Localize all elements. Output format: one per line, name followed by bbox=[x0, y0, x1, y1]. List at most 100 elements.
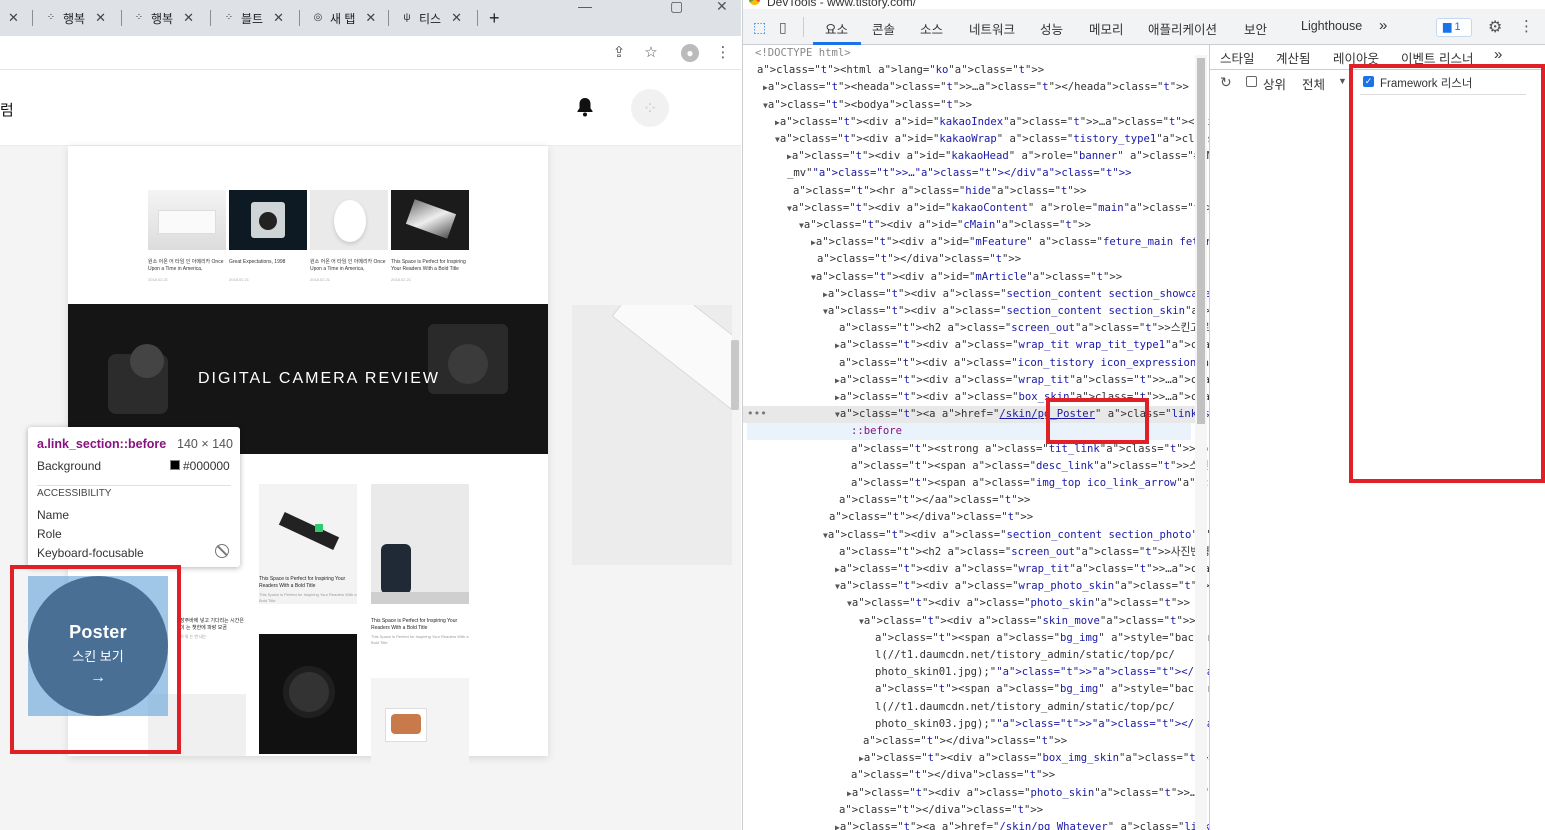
tab-2[interactable]: ⁘ 행복 ✕ bbox=[133, 6, 194, 30]
dom-scrollbar-thumb[interactable] bbox=[1197, 58, 1205, 424]
settings-gear-icon[interactable]: ⚙ bbox=[1488, 17, 1502, 37]
device-toggle-icon[interactable]: ▯ bbox=[779, 19, 787, 36]
dom-tree-line[interactable]: ▼a">class="t"><div a">id="kakaoWrap" a">… bbox=[775, 131, 1252, 148]
tab-separator bbox=[210, 10, 211, 26]
tooltip-background-label: Background bbox=[37, 459, 102, 473]
dom-tree-line[interactable]: _mv""a">class="t">>…"a">class="t"></div"… bbox=[787, 165, 1132, 182]
dom-tree-line[interactable]: a">class="t"></diva">class="t">> bbox=[817, 251, 1021, 268]
tab-4[interactable]: ◎ 새 탭 ✕ bbox=[312, 6, 377, 30]
dom-tree-line[interactable]: l(//t1.daumcdn.net/tistory_admin/static/… bbox=[875, 647, 1175, 664]
grid-image-camera-lens[interactable] bbox=[259, 634, 357, 754]
product-date: 2018.02.21 bbox=[148, 277, 169, 282]
tab-1[interactable]: ⁘ 행복 ✕ bbox=[45, 6, 106, 30]
dom-tree-line[interactable]: a">class="t"></diva">class="t">> bbox=[863, 733, 1067, 750]
tab-elements[interactable]: 요소 bbox=[825, 19, 848, 38]
grid-image-food[interactable] bbox=[371, 678, 469, 798]
tab-application[interactable]: 애플리케이션 bbox=[1148, 19, 1217, 38]
tab-performance[interactable]: 성능 bbox=[1040, 19, 1063, 38]
ancestors-checkbox[interactable] bbox=[1246, 76, 1257, 87]
product-image-camera[interactable] bbox=[229, 190, 307, 250]
tab-network[interactable]: 네트워크 bbox=[969, 19, 1015, 38]
issues-count: 1 bbox=[1454, 21, 1461, 33]
star-icon[interactable]: ☆ bbox=[642, 44, 660, 62]
minimize-icon[interactable]: — bbox=[578, 0, 592, 14]
dom-tree-line[interactable]: a">class="t"></diva">class="t">> bbox=[851, 767, 1055, 784]
tistory-icon: ⁘ bbox=[224, 12, 234, 23]
tab-label: 티스 bbox=[419, 11, 442, 26]
bell-icon[interactable] bbox=[576, 97, 594, 122]
close-tab-icon[interactable]: ✕ bbox=[95, 10, 106, 26]
maximize-icon[interactable]: ▢ bbox=[670, 0, 683, 15]
side-keyboard-image[interactable] bbox=[572, 305, 732, 565]
plus-icon: + bbox=[489, 7, 500, 28]
window-close-icon[interactable]: ✕ bbox=[716, 0, 728, 15]
product-caption: 원소 어온 어 타임 인 아메리카 Once Upon a Time in Am… bbox=[148, 259, 224, 272]
dom-tree-line[interactable]: a">class="t"><hr a">class="hide"a">class… bbox=[793, 183, 1087, 200]
page-title: 럼 bbox=[0, 102, 14, 119]
tab-computed[interactable]: 계산됨 bbox=[1276, 48, 1311, 67]
dom-tree-line[interactable]: a">class="t"></diva">class="t">> bbox=[829, 509, 1033, 526]
tab-styles[interactable]: 스타일 bbox=[1220, 48, 1255, 67]
dom-tree-line[interactable]: ▼a">class="t"><div a">class="wrap_photo_… bbox=[835, 578, 1210, 595]
ellipsis-icon[interactable]: ••• bbox=[747, 407, 767, 420]
tab-console[interactable]: 콘솔 bbox=[872, 19, 895, 38]
dom-tree-line[interactable]: ▼a">class="t"><div a">class="skin_move"a… bbox=[859, 613, 1196, 630]
close-tab-icon[interactable]: ✕ bbox=[183, 10, 194, 26]
dom-tree-line[interactable]: ::before bbox=[851, 423, 902, 440]
filter-select[interactable]: 전체 bbox=[1302, 74, 1325, 93]
profile-icon[interactable]: ● bbox=[681, 44, 699, 62]
issues-badge[interactable]: ▆ 1 bbox=[1436, 18, 1472, 37]
dom-tree-line[interactable]: l(//t1.daumcdn.net/tistory_admin/static/… bbox=[875, 699, 1175, 716]
close-tab-icon[interactable]: ✕ bbox=[365, 10, 376, 26]
product-caption: This Space is Perfect for Inspiring Your… bbox=[391, 259, 466, 272]
refresh-icon[interactable]: ↻ bbox=[1220, 74, 1232, 91]
tooltip-keyboard-label: Keyboard-focusable bbox=[37, 546, 144, 560]
chrome-icon bbox=[749, 0, 760, 5]
tistory-icon: ψ bbox=[403, 12, 411, 23]
inspect-element-icon[interactable]: ⬚ bbox=[753, 19, 766, 36]
menu-kebab-icon[interactable]: ⋮ bbox=[714, 44, 732, 62]
accessibility-heading: ACCESSIBILITY bbox=[37, 488, 116, 499]
grid-image-speaker[interactable] bbox=[371, 484, 469, 604]
more-panels-icon[interactable]: » bbox=[1494, 46, 1502, 63]
more-tabs-icon[interactable]: » bbox=[1379, 17, 1387, 34]
tab-sources[interactable]: 소스 bbox=[920, 19, 943, 38]
tistory-logo-icon[interactable]: ⁘ bbox=[631, 89, 669, 127]
tooltip-name-label: Name bbox=[37, 508, 70, 522]
grid-subcaption: This Space is Perfect for Inspiring Your… bbox=[371, 634, 469, 645]
tab-partial[interactable]: ✕ bbox=[0, 6, 19, 30]
dom-tree-line[interactable]: a">class="t"></diva">class="t">> bbox=[839, 802, 1043, 819]
tab-separator bbox=[121, 10, 122, 26]
dom-tree-line[interactable]: a">class="t"><html a">lang="ko"a">class=… bbox=[757, 62, 1044, 79]
tab-lighthouse[interactable]: Lighthouse bbox=[1301, 19, 1362, 33]
address-bar[interactable] bbox=[0, 36, 741, 70]
share-icon[interactable]: ⇪ bbox=[610, 44, 628, 62]
annotation-box-framework bbox=[1349, 64, 1545, 483]
grid-subcaption: This Space is Perfect for Inspiring Your… bbox=[259, 592, 357, 603]
page-scrollbar[interactable] bbox=[731, 340, 739, 410]
dom-tree-line[interactable]: ▶a">class="t"><heada">class="t">>…a">cla… bbox=[763, 79, 1189, 96]
dom-tree-line[interactable]: a">class="t"></aa">class="t">> bbox=[839, 492, 1030, 509]
new-tab-button[interactable]: + bbox=[489, 6, 500, 30]
tab-security[interactable]: 보안 bbox=[1244, 19, 1267, 38]
product-image-mouse[interactable] bbox=[310, 190, 388, 250]
devtools-menu-icon[interactable]: ⋮ bbox=[1519, 17, 1534, 35]
dom-tree-line[interactable]: ▼a">class="t"><div a">id="mArticle"a">cl… bbox=[811, 269, 1122, 286]
product-image-speaker[interactable] bbox=[148, 190, 226, 250]
tistory-icon: ⁘ bbox=[46, 12, 56, 23]
browser-window: ✕ ⁘ 행복 ✕ ⁘ 행복 ✕ ⁘ 블트 ✕ ◎ 새 탭 ✕ ψ 티스 ✕ + — ▢ ✕ ⇪ ☆ … bbox=[0, 0, 741, 830]
close-tab-icon[interactable]: ✕ bbox=[451, 10, 462, 26]
dom-tree-line[interactable]: ▼a">class="t"><div a">class="photo_skin"… bbox=[847, 595, 1190, 612]
dom-tree-line[interactable]: ▼a">class="t"><div a">id="kakaoContent" … bbox=[787, 200, 1219, 217]
product-date: 2018.02.21 bbox=[391, 277, 412, 282]
tab-5[interactable]: ψ 티스 ✕ bbox=[401, 6, 462, 30]
tab-3[interactable]: ⁘ 블트 ✕ bbox=[223, 6, 284, 30]
close-tab-icon[interactable]: ✕ bbox=[8, 10, 19, 26]
tab-memory[interactable]: 메모리 bbox=[1089, 19, 1124, 38]
product-image-phone[interactable] bbox=[391, 190, 469, 250]
dom-tree-line[interactable]: ▼a">class="t"><bodya">class="t">> bbox=[763, 97, 972, 114]
close-tab-icon[interactable]: ✕ bbox=[273, 10, 284, 26]
not-focusable-icon bbox=[215, 544, 229, 558]
dom-tree-line[interactable]: ▼a">class="t"><div a">id="cMain"a">class… bbox=[799, 217, 1091, 234]
dom-tree-line[interactable]: <!DOCTYPE html> bbox=[755, 45, 851, 62]
